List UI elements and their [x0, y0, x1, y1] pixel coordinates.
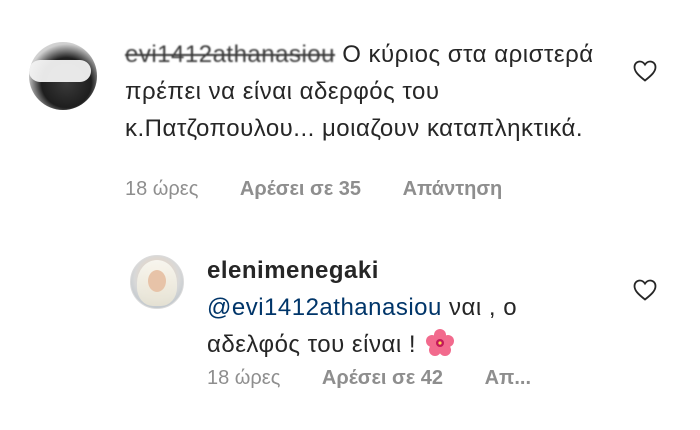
comment-meta: 18 ώρες Αρέσει σε 42 Απ...	[207, 367, 567, 390]
heart-icon[interactable]	[633, 279, 657, 301]
hibiscus-emoji-icon	[426, 329, 455, 356]
comment-meta: 18 ώρες Αρέσει σε 35 Απάντηση	[125, 178, 538, 201]
comment-username[interactable]: elenimenegaki	[207, 252, 607, 289]
comment-username[interactable]: evi1412athanasiou	[125, 41, 335, 68]
avatar[interactable]	[29, 42, 97, 110]
likes-count-link[interactable]: Αρέσει σε 42	[322, 367, 443, 389]
heart-icon[interactable]	[633, 60, 657, 82]
reply-button[interactable]: Απ...	[485, 367, 531, 389]
avatar-obscure-mark	[29, 60, 91, 82]
avatar[interactable]	[130, 255, 184, 309]
comment-time: 18 ώρες	[125, 178, 199, 200]
mention-link[interactable]: @evi1412athanasiou	[207, 294, 442, 321]
comment-time: 18 ώρες	[207, 367, 281, 389]
comment-body: elenimenegaki @evi1412athanasiou ναι , ο…	[207, 252, 607, 363]
avatar-face	[148, 270, 166, 292]
likes-count-link[interactable]: Αρέσει σε 35	[240, 178, 361, 200]
comment-body: evi1412athanasiou Ο κύριος στα αριστερά …	[125, 36, 595, 147]
reply-button[interactable]: Απάντηση	[403, 178, 503, 200]
